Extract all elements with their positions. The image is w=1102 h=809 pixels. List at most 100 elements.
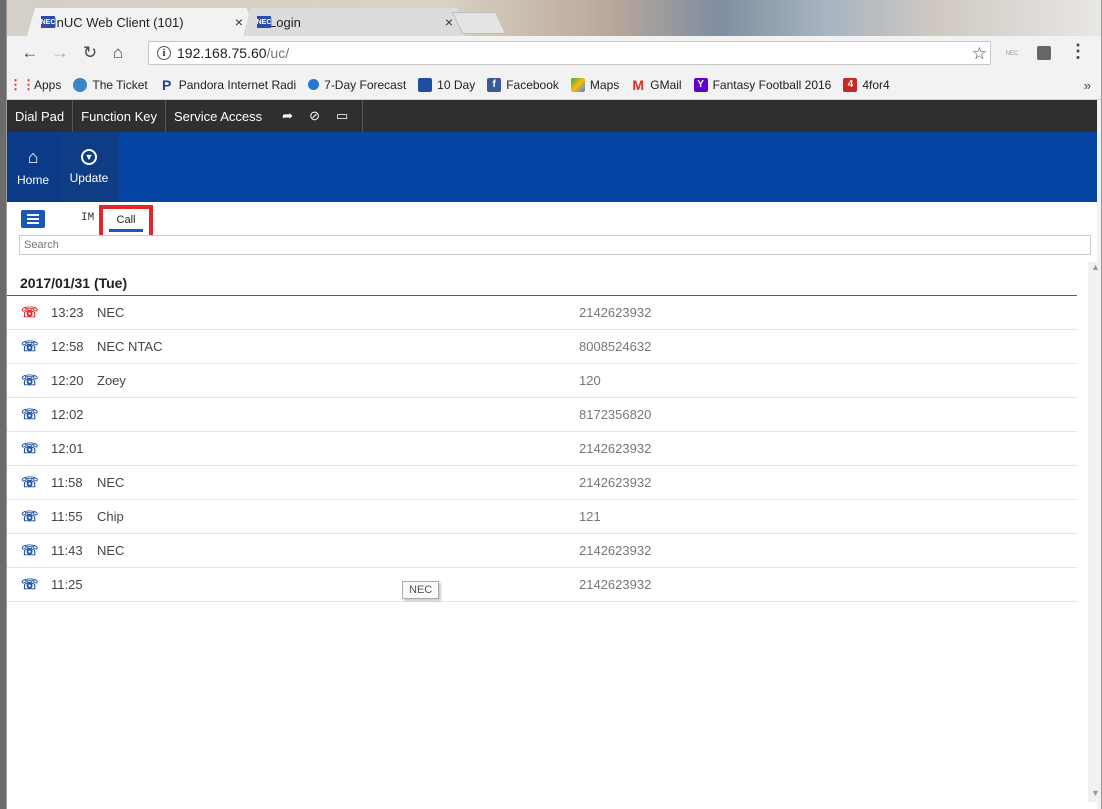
bookmark-label: Facebook [506,77,559,92]
date-header: 2017/01/31 (Tue) [7,266,1077,296]
bookmark-4for4[interactable]: 4 4for4 [843,77,890,92]
update-button[interactable]: ▼ Update [59,132,119,202]
back-arrow-icon[interactable]: ← [19,42,41,64]
info-icon[interactable]: i [157,46,171,60]
close-tab-icon[interactable]: × [235,14,243,30]
caller-number: 8172356820 [579,407,652,422]
bookmark-apps[interactable]: ⋮⋮ Apps [9,76,61,92]
browser-toolbar: ← → ↻ ⌂ i 192.168.75.60/uc/ ☆ NEC ⋮ [7,36,1101,70]
caller-number: 2142623932 [579,305,652,320]
call-time: 12:02 [51,407,84,422]
caller-name: Zoey [97,373,126,388]
reload-icon[interactable]: ↻ [79,42,101,64]
view-tabs: IM Call [7,202,1097,241]
call-icon: ☏ [21,576,39,592]
call-history-row[interactable]: ☏ 12:58 NEC NTAC 8008524632 [7,330,1077,364]
browser-tab-login[interactable]: NEC Login × [243,8,465,36]
dial-pad-button[interactable]: Dial Pad [7,100,74,132]
app-top-nav: Dial Pad Function Key Service Access ➦ ⊘… [7,100,1097,132]
4for4-icon: 4 [843,77,858,92]
bookmark-the-ticket[interactable]: The Ticket [73,77,148,92]
scrollbar[interactable]: ▲ ▼ [1088,262,1101,802]
search-input[interactable] [19,235,1091,255]
pandora-icon: P [162,76,172,93]
call-icon: ☏ [21,372,39,388]
url-host: 192.168.75.60 [177,45,267,61]
caller-number: 2142623932 [579,441,652,456]
address-bar[interactable]: i 192.168.75.60/uc/ [148,41,991,65]
call-history-row[interactable]: ☏ 11:58 NEC 2142623932 [7,466,1077,500]
bookmark-label: Maps [589,77,620,92]
call-history-row[interactable]: ☏ 11:55 Chip 121 [7,500,1077,534]
new-tab-button[interactable] [451,12,507,34]
missed-call-icon: ☏ [21,304,39,320]
forward-arrow-icon[interactable]: → [49,42,71,64]
home-button[interactable]: ⌂ Home [7,132,59,202]
call-time: 11:58 [51,475,83,490]
url-path: /uc/ [266,45,290,61]
bookmark-facebook[interactable]: f Facebook [487,77,559,92]
app-toolbar: ⌂ Home ▼ Update [7,132,1097,202]
bookmark-10-day[interactable]: 10 Day [418,77,476,92]
scroll-up-arrow-icon[interactable]: ▲ [1091,262,1100,272]
bookmark-star-icon[interactable]: ☆ [972,44,987,64]
caller-number: 2142623932 [579,543,652,558]
active-tab-indicator [109,229,143,232]
caller-name: NEC [97,475,125,490]
tab-im[interactable]: IM [81,212,94,224]
call-icon: ☏ [21,440,39,456]
call-history-list: 2017/01/31 (Tue) ☏ 13:23 NEC 2142623932 ☏ 12:… [7,266,1083,602]
kebab-menu-icon[interactable]: ⋮ [1069,41,1087,62]
call-history-row[interactable]: ☏ 12:02 8172356820 [7,398,1077,432]
forecast-icon [308,79,320,90]
caller-number: 121 [579,509,601,524]
caller-name: Chip [97,509,124,524]
home-icon[interactable]: ⌂ [107,42,129,64]
bookmark-maps[interactable]: Maps [570,77,620,92]
call-history-row[interactable]: ☏ 11:43 NEC 2142623932 [7,534,1077,568]
scroll-down-arrow-icon[interactable]: ▼ [1091,788,1100,798]
nav-divider [362,100,364,132]
browser-window: NEC InUC Web Client (101) × NEC Login × … [6,0,1102,809]
laptop-icon[interactable]: ▭ [336,108,348,124]
call-history-row[interactable]: ☏ 12:01 2142623932 [7,432,1077,466]
forward-call-icon[interactable]: ➦ [282,108,293,124]
caller-name: NEC NTAC [97,339,163,354]
call-history-row[interactable]: ☏ 13:23 NEC 2142623932 [7,296,1077,330]
bookmarks-bar: ⋮⋮ Apps The Ticket P Pandora Internet Ra… [7,70,1101,100]
caller-number: 2142623932 [579,577,652,592]
call-icon: ☏ [21,508,39,524]
function-key-button[interactable]: Function Key [73,100,167,132]
caller-name: NEC [97,305,125,320]
call-time: 11:55 [51,509,83,524]
bookmark-label: 7-Day Forecast [324,77,407,92]
bookmark-label: Fantasy Football 2016 [712,77,832,92]
close-tab-icon[interactable]: × [445,14,453,30]
bookmark-label: 10 Day [437,77,476,92]
caller-number: 2142623932 [579,475,652,490]
browser-tab-inuc[interactable]: NEC InUC Web Client (101) × [27,8,255,36]
bookmark-pandora[interactable]: P Pandora Internet Radi [160,76,296,93]
tooltip: NEC [402,581,440,599]
service-access-button[interactable]: Service Access [166,100,270,132]
nec-extension-icon[interactable]: NEC [1001,47,1023,61]
call-history-row[interactable]: ☏ 12:20 Zoey 120 [7,364,1077,398]
maps-icon [570,77,585,92]
bookmark-gmail[interactable]: M GMail [631,77,681,93]
apps-grid-icon: ⋮⋮ [9,76,35,92]
bookmarks-overflow-icon[interactable]: » [1084,78,1091,93]
call-time: 11:25 [51,577,83,592]
extension-icon[interactable] [1037,46,1051,60]
bookmark-forecast[interactable]: 7-Day Forecast [308,78,406,92]
call-history-row[interactable]: ☏ 11:25 2142623932 [7,568,1077,602]
bookmark-fantasy-football[interactable]: Y Fantasy Football 2016 [693,77,832,92]
home-label: Home [16,173,49,187]
do-not-disturb-icon[interactable]: ⊘ [309,108,320,124]
download-circle-icon: ▼ [81,149,97,165]
weather-channel-icon [418,77,433,92]
nec-favicon-icon: NEC [257,16,271,28]
call-icon: ☏ [21,338,39,354]
call-time: 12:01 [51,441,84,456]
call-time: 13:23 [51,305,84,320]
list-view-icon[interactable] [21,210,45,228]
